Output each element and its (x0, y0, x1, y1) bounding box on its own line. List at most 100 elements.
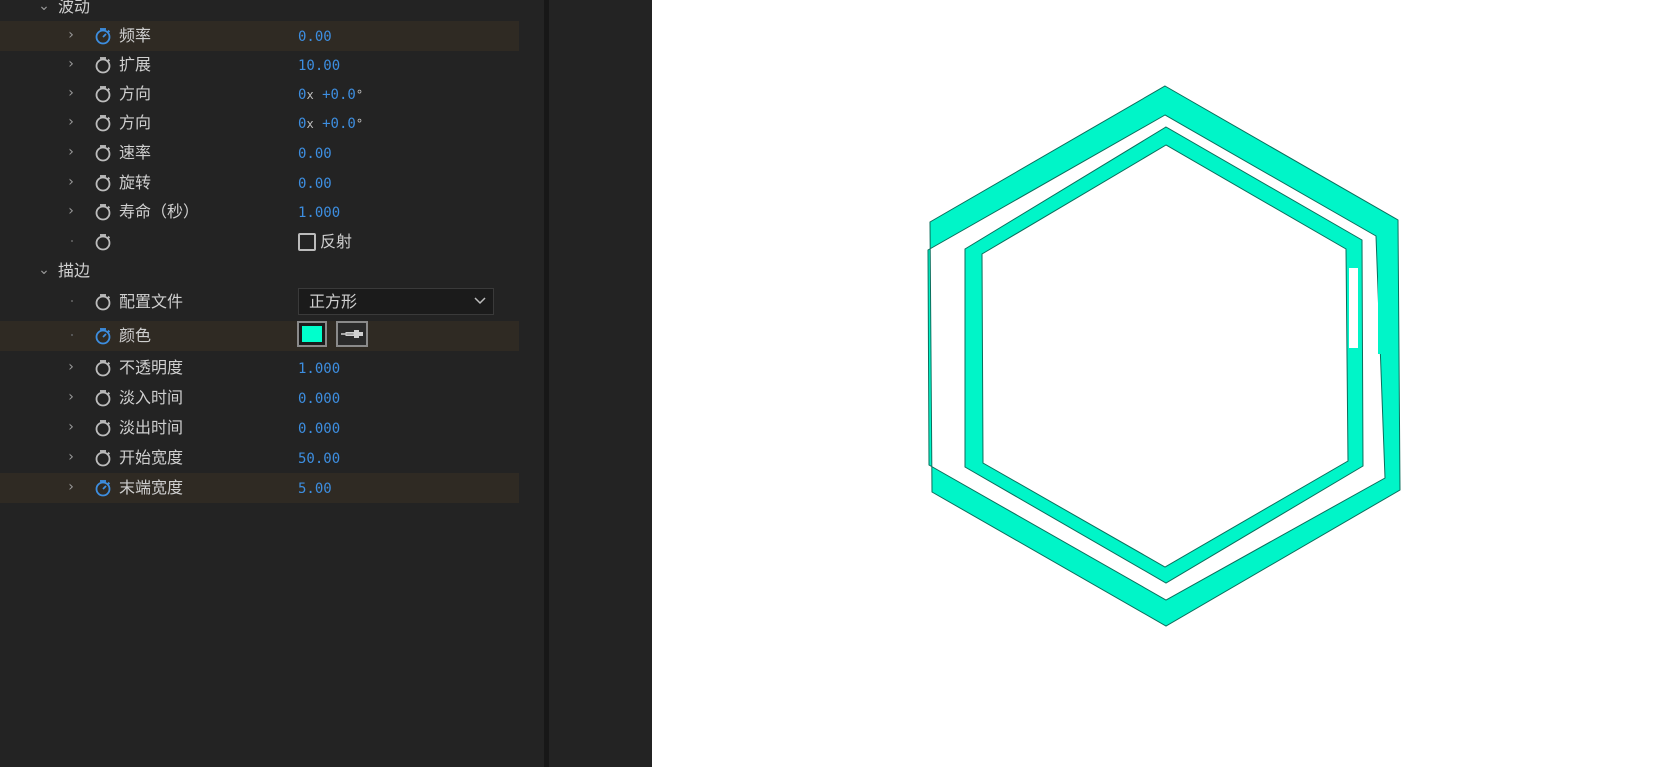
prop-label: 淡入时间 (119, 388, 184, 407)
prop-value[interactable]: 50.00 (298, 450, 340, 468)
prop-value[interactable]: 0.00 (298, 28, 332, 46)
row-dot (71, 300, 73, 302)
section-wave-label: 波动 (58, 0, 91, 16)
prop-profile[interactable]: 配置文件 正方形 (0, 287, 519, 317)
prop-opacity[interactable]: › 不透明度 1.000 (0, 353, 519, 383)
stopwatch-icon[interactable] (94, 233, 112, 251)
prop-label: 开始宽度 (119, 448, 184, 467)
prop-label: 速率 (119, 143, 152, 162)
render-gap (952, 262, 958, 362)
prop-value[interactable]: 0.00 (298, 145, 332, 163)
prop-label: 末端宽度 (119, 478, 184, 497)
prop-value[interactable]: 0.00 (298, 175, 332, 193)
profile-selected: 正方形 (309, 292, 358, 311)
hexagon-outer-band (927, 85, 1401, 627)
prop-value[interactable]: 5.00 (298, 480, 332, 498)
eyedropper-icon (341, 330, 363, 338)
prop-label: 不透明度 (119, 358, 184, 377)
stopwatch-icon[interactable] (94, 56, 112, 74)
chevron-right-icon[interactable]: › (65, 85, 77, 101)
prop-value[interactable]: 0.000 (298, 390, 340, 408)
prop-label: 旋转 (119, 173, 152, 192)
prop-fade-in[interactable]: › 淡入时间 0.000 (0, 383, 519, 413)
viewer-gutter (549, 0, 652, 767)
stopwatch-icon[interactable] (94, 144, 112, 162)
chevron-right-icon[interactable]: › (65, 144, 77, 160)
prop-label: 寿命（秒） (119, 202, 200, 221)
hexagon-stroke-render (927, 85, 1401, 627)
prop-value-angle[interactable]: 0x +0.0° (298, 115, 363, 133)
stopwatch-icon[interactable] (94, 27, 112, 45)
profile-dropdown[interactable]: 正方形 (298, 288, 494, 315)
chevron-right-icon[interactable]: › (65, 449, 77, 465)
angle-x: x (306, 117, 314, 131)
chevron-down-icon[interactable]: ⌄ (38, 262, 50, 278)
prop-label: 频率 (119, 26, 152, 45)
prop-value[interactable]: 0.000 (298, 420, 340, 438)
stopwatch-icon[interactable] (94, 293, 112, 311)
prop-direction-2[interactable]: › 方向 0x +0.0° (0, 108, 519, 138)
prop-lifetime[interactable]: › 寿命（秒） 1.000 (0, 197, 519, 227)
stopwatch-icon[interactable] (94, 419, 112, 437)
section-wave[interactable]: ⌄ 波动 (0, 0, 519, 22)
prop-label: 颜色 (119, 326, 152, 345)
prop-value[interactable]: 1.000 (298, 360, 340, 378)
prop-reflect[interactable]: 反射 (0, 227, 519, 257)
stopwatch-icon[interactable] (94, 114, 112, 132)
chevron-right-icon[interactable]: › (65, 479, 77, 495)
prop-frequency[interactable]: › 频率 0.00 (0, 21, 519, 51)
row-dot (71, 334, 73, 336)
reflect-checkbox[interactable] (298, 233, 316, 251)
angle-degrees[interactable]: +0.0 (322, 116, 356, 132)
prop-label: 配置文件 (119, 292, 184, 311)
composition-viewer[interactable] (652, 0, 1661, 767)
prop-label: 方向 (119, 84, 152, 103)
section-stroke[interactable]: ⌄ 描边 (0, 256, 519, 286)
prop-start-width[interactable]: › 开始宽度 50.00 (0, 443, 519, 473)
prop-color[interactable]: 颜色 (0, 321, 519, 351)
chevron-right-icon[interactable]: › (65, 56, 77, 72)
section-stroke-label: 描边 (58, 261, 91, 280)
effect-controls-panel: ⌄ 波动 › 频率 0.00 › 扩展 10.00 › 方向 0x +0.0° … (0, 0, 549, 767)
chevron-down-icon (474, 297, 486, 305)
chevron-right-icon[interactable]: › (65, 27, 77, 43)
stopwatch-icon[interactable] (94, 479, 112, 497)
prop-fade-out[interactable]: › 淡出时间 0.000 (0, 413, 519, 443)
chevron-right-icon[interactable]: › (65, 359, 77, 375)
prop-value[interactable]: 10.00 (298, 57, 340, 75)
chevron-right-icon[interactable]: › (65, 389, 77, 405)
render-gap (1349, 268, 1358, 348)
prop-end-width[interactable]: › 末端宽度 5.00 (0, 473, 519, 503)
prop-value[interactable]: 1.000 (298, 204, 340, 222)
prop-label: 方向 (119, 113, 152, 132)
reflect-label: 反射 (320, 232, 353, 251)
prop-value-angle[interactable]: 0x +0.0° (298, 86, 363, 104)
chevron-right-icon[interactable]: › (65, 174, 77, 190)
chevron-down-icon[interactable]: ⌄ (38, 0, 50, 14)
angle-x: x (306, 88, 314, 102)
prop-speed[interactable]: › 速率 0.00 (0, 138, 519, 168)
render-segment (1378, 258, 1386, 354)
row-dot (71, 240, 73, 242)
prop-label: 淡出时间 (119, 418, 184, 437)
angle-unit: ° (355, 117, 364, 131)
stopwatch-icon[interactable] (94, 174, 112, 192)
prop-expand[interactable]: › 扩展 10.00 (0, 50, 519, 80)
chevron-right-icon[interactable]: › (65, 419, 77, 435)
angle-degrees[interactable]: +0.0 (322, 87, 356, 103)
prop-label: 扩展 (119, 55, 152, 74)
color-swatch[interactable] (297, 321, 327, 347)
chevron-right-icon[interactable]: › (65, 114, 77, 130)
angle-unit: ° (355, 88, 364, 102)
stopwatch-icon[interactable] (94, 359, 112, 377)
prop-direction-1[interactable]: › 方向 0x +0.0° (0, 79, 519, 109)
stopwatch-icon[interactable] (94, 327, 112, 345)
stopwatch-icon[interactable] (94, 389, 112, 407)
chevron-right-icon[interactable]: › (65, 203, 77, 219)
stopwatch-icon[interactable] (94, 85, 112, 103)
prop-rotation[interactable]: › 旋转 0.00 (0, 168, 519, 198)
color-swatch-fill (302, 326, 322, 342)
eyedropper-button[interactable] (336, 321, 368, 347)
stopwatch-icon[interactable] (94, 449, 112, 467)
stopwatch-icon[interactable] (94, 203, 112, 221)
